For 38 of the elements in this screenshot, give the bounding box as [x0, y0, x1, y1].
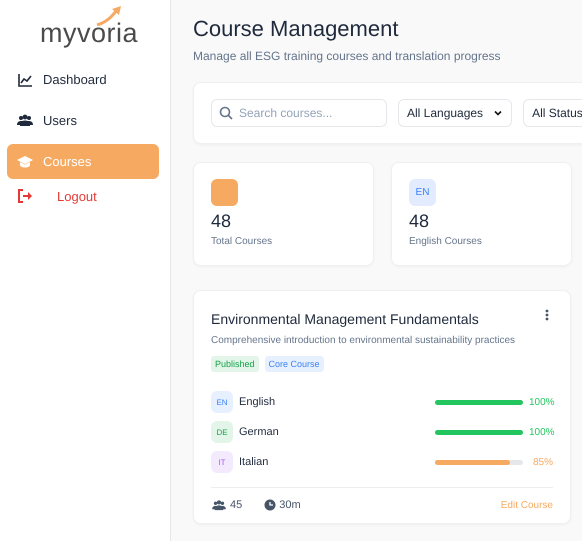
stat-badge: EN	[409, 179, 436, 206]
duration: 30m	[279, 499, 301, 511]
language-badge: IT	[211, 451, 233, 473]
language-name: Italian	[239, 456, 270, 468]
users-icon	[211, 499, 227, 511]
chevron-icon	[493, 108, 504, 118]
course-title: Environmental Management Fundamentals	[211, 311, 479, 327]
dropdown[interactable]: All Status	[523, 99, 582, 127]
logo-text: myvoria	[40, 20, 138, 47]
search-field[interactable]: Search courses...	[211, 99, 387, 127]
page-title: Course Management	[193, 16, 400, 42]
tag: Core Course	[264, 356, 324, 372]
language-name: English	[239, 396, 276, 408]
progress-percent: 100%	[529, 426, 553, 438]
learner-count: 45	[230, 499, 242, 511]
progress-percent: 85%	[532, 456, 553, 468]
stat-value: 48	[409, 211, 430, 232]
stat-label: Total Courses	[211, 236, 274, 247]
page-subtitle: Manage all ESG training courses and translation progress	[193, 49, 502, 63]
clock-icon	[264, 499, 276, 511]
nav-item[interactable]: Logout	[7, 185, 159, 207]
nav-item[interactable]: Dashboard	[7, 62, 159, 97]
language-badge: EN	[211, 391, 233, 413]
search-icon	[219, 106, 233, 120]
stat-value: 48	[211, 211, 232, 232]
language-badge: DE	[211, 421, 233, 443]
chart-icon	[17, 72, 33, 88]
graduation-cap-icon	[17, 154, 33, 170]
stat-label: English Courses	[409, 236, 483, 247]
nav-item[interactable]: Users	[7, 103, 159, 138]
users-icon	[17, 112, 33, 128]
language-name: German	[239, 426, 280, 438]
more-icon	[545, 309, 549, 321]
logout-icon	[17, 188, 33, 204]
tag: Published	[211, 356, 259, 372]
progress-percent: 100%	[529, 396, 553, 408]
course-description: Comprehensive introduction to environmental sustainability practices	[211, 335, 516, 346]
dropdown[interactable]: All Languages	[398, 99, 512, 127]
